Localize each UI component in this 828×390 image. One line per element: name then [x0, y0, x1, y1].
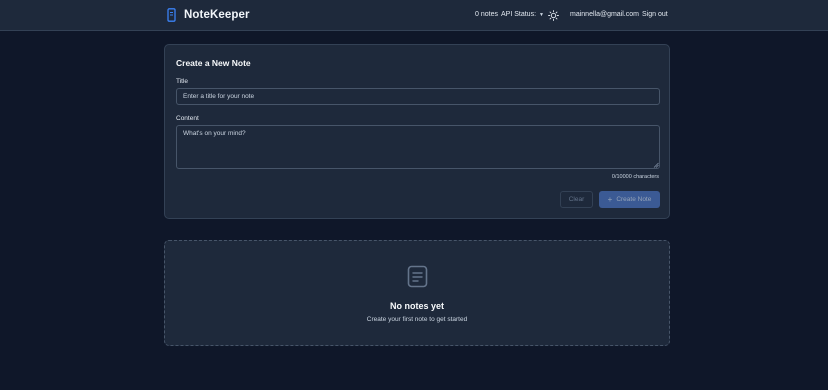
app-header: NoteKeeper 0 notes API Status: ▼ mainnell…	[0, 0, 828, 31]
content-textarea[interactable]	[176, 125, 660, 169]
create-note-card: Create a New Note Title Content 0/10000 …	[164, 44, 670, 219]
plus-icon: +	[607, 194, 613, 204]
character-count: 0/10000 characters	[611, 174, 659, 180]
api-status-dropdown[interactable]: API Status: ▼	[501, 11, 544, 18]
app-name: NoteKeeper	[184, 9, 250, 21]
empty-state-title: No notes yet	[389, 301, 444, 311]
create-note-heading: Create a New Note	[176, 58, 251, 68]
clear-button[interactable]: Clear	[560, 191, 593, 208]
title-input[interactable]	[176, 88, 660, 105]
brand[interactable]: NoteKeeper	[167, 8, 250, 22]
empty-state-subtitle: Create your first note to get started	[366, 316, 468, 323]
empty-state: No notes yet Create your first note to g…	[164, 240, 670, 346]
create-note-button[interactable]: + Create Note	[599, 191, 660, 208]
sun-icon[interactable]	[548, 10, 559, 21]
chevron-down-icon: ▼	[539, 12, 544, 18]
api-status-label: API Status:	[501, 11, 537, 18]
sign-out-button[interactable]: Sign out	[642, 11, 668, 18]
notes-count: 0 notes	[475, 11, 498, 18]
notebook-icon	[167, 8, 176, 22]
create-note-label: Create Note	[616, 196, 652, 203]
content-label: Content	[176, 115, 199, 122]
user-email: mainnella@gmail.com	[570, 11, 639, 18]
resize-handle-icon[interactable]	[653, 162, 659, 168]
document-icon	[407, 265, 428, 288]
title-label: Title	[176, 78, 189, 85]
